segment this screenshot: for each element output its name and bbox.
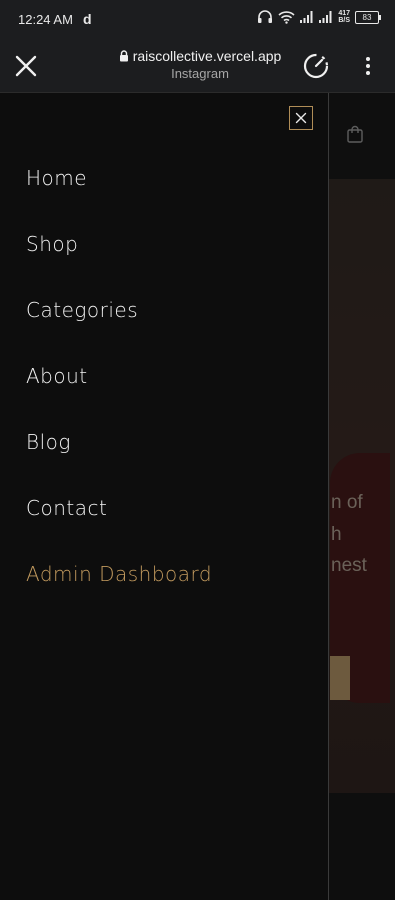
hero-text-line: nest	[331, 555, 367, 576]
url-domain: raiscollective.vercel.app	[132, 48, 282, 64]
hero-text-line: n of	[331, 492, 363, 513]
signal-icon	[319, 11, 332, 23]
battery-icon: 83	[355, 10, 381, 24]
more-vertical-icon[interactable]	[360, 54, 376, 78]
signal-icon	[300, 11, 313, 23]
close-icon[interactable]	[14, 54, 38, 78]
status-time: 12:24 AM	[18, 11, 73, 27]
drawer-close-button[interactable]	[289, 106, 313, 130]
nav-item-shop[interactable]: Shop	[26, 229, 212, 295]
nav-item-about[interactable]: About	[26, 361, 212, 427]
nav-item-contact[interactable]: Contact	[26, 493, 212, 559]
app-notification-icon: d	[82, 11, 92, 27]
lock-icon	[119, 50, 128, 62]
close-icon	[295, 112, 307, 124]
hero-cta-button[interactable]	[330, 656, 350, 700]
nav-item-categories[interactable]: Categories	[26, 295, 212, 361]
network-speed-unit: B/S	[338, 17, 350, 24]
nav-item-admin-dashboard[interactable]: Admin Dashboard	[26, 559, 212, 625]
status-left: 12:24 AM d	[18, 11, 92, 27]
status-right: 417 B/S 83	[257, 10, 381, 24]
status-bar: 12:24 AM d 417 B/S 83	[0, 0, 395, 40]
browser-toolbar: raiscollective.vercel.app Instagram	[0, 40, 395, 93]
url-domain-row: raiscollective.vercel.app	[110, 48, 290, 64]
battery-level: 83	[362, 12, 372, 22]
network-speed-value: 417	[338, 10, 350, 17]
hero-text-line: h	[331, 524, 342, 545]
network-speed: 417 B/S	[338, 10, 350, 24]
url-subtitle: Instagram	[171, 66, 229, 81]
drawer-nav: Home Shop Categories About Blog Contact …	[26, 163, 212, 625]
navigation-drawer: Home Shop Categories About Blog Contact …	[0, 93, 329, 900]
wifi-icon	[278, 11, 295, 24]
headphones-icon	[258, 10, 273, 23]
nav-item-home[interactable]: Home	[26, 163, 212, 229]
url-bar[interactable]: raiscollective.vercel.app Instagram	[110, 48, 290, 81]
nav-item-blog[interactable]: Blog	[26, 427, 212, 493]
speedometer-icon[interactable]	[302, 52, 330, 80]
shopping-bag-icon[interactable]	[346, 125, 364, 143]
